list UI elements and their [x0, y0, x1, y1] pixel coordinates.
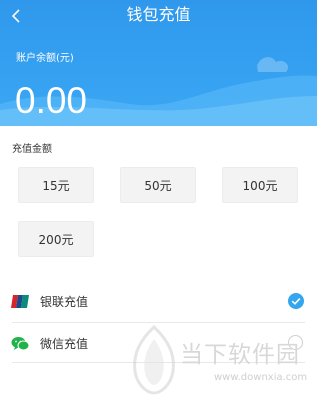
recharge-amount-label: 充值金额 [12, 144, 52, 155]
amount-option-100[interactable]: 100元 [222, 167, 298, 203]
watermark-url: www.downxia.com [214, 372, 308, 383]
payment-option-label: 银联充值 [40, 295, 89, 309]
divider [12, 322, 305, 323]
wallet-header: 钱包充值 账户余额(元) 0.00 [0, 0, 317, 126]
wechat-icon [11, 337, 30, 351]
balance-label: 账户余额(元) [16, 53, 74, 64]
amount-option-15[interactable]: 15元 [18, 167, 94, 203]
selected-check-icon[interactable] [288, 293, 304, 309]
amount-option-200[interactable]: 200元 [18, 221, 94, 257]
payment-option-unionpay[interactable]: 银联充值 [0, 282, 317, 322]
balance-value: 0.00 [15, 80, 88, 121]
amount-option-50[interactable]: 50元 [120, 167, 196, 203]
page-title: 钱包充值 [126, 5, 191, 24]
payment-option-label: 微信充值 [40, 337, 89, 351]
unionpay-icon [11, 295, 29, 308]
watermark-text: 当下软件园 [180, 342, 300, 368]
watermark-logo-icon [133, 325, 175, 395]
